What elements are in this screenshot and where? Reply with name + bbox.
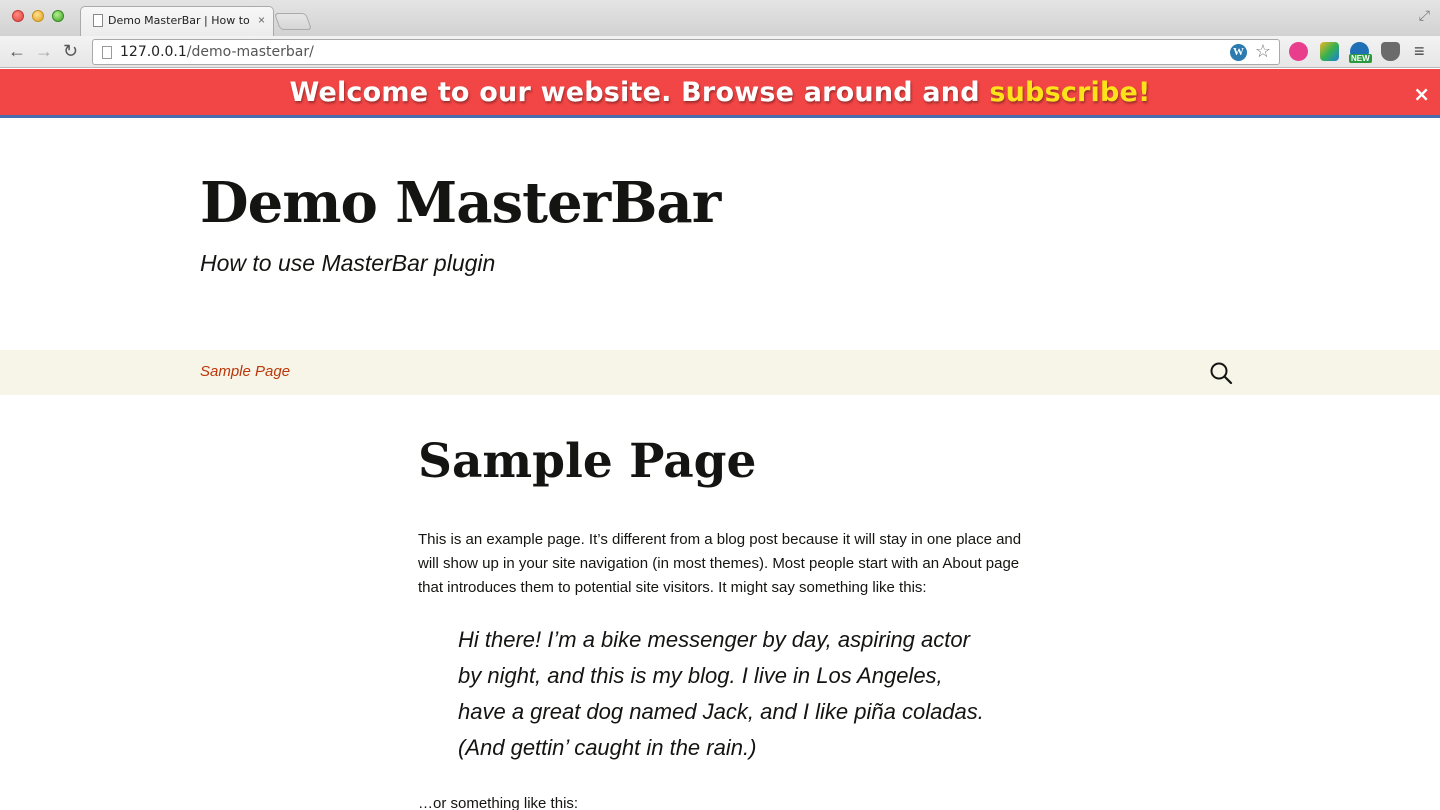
browser-toolbar: ← → ↻ 127.0.0.1/demo-masterbar/ W ☆ ≡ — [0, 36, 1440, 68]
new-tab-button[interactable] — [273, 13, 313, 30]
url-path: /demo-masterbar/ — [186, 44, 314, 60]
browser-menu-icon[interactable]: ≡ — [1414, 41, 1425, 62]
address-bar[interactable]: 127.0.0.1/demo-masterbar/ W ☆ — [92, 39, 1280, 65]
masterbar-notification: Welcome to our website. Browse around an… — [0, 69, 1440, 118]
page-blockquote: Hi there! I’m a bike messenger by day, a… — [458, 627, 984, 760]
browser-tab-active[interactable]: Demo MasterBar | How to use MasterBar pl… — [80, 6, 274, 36]
window-minimize-button[interactable] — [32, 10, 44, 22]
extension-stack-icon[interactable] — [1320, 42, 1339, 61]
subscribe-link[interactable]: subscribe! — [989, 77, 1150, 108]
masterbar-close-icon[interactable]: × — [1413, 82, 1430, 106]
masterbar-text: Welcome to our website. Browse around an… — [289, 77, 990, 108]
window-close-button[interactable] — [12, 10, 24, 22]
page-icon — [102, 46, 112, 59]
extension-pink-icon[interactable] — [1289, 42, 1308, 61]
search-icon[interactable] — [1208, 360, 1234, 386]
wordpress-icon[interactable]: W — [1230, 44, 1247, 61]
forward-icon[interactable]: → — [35, 41, 53, 61]
page-title: Sample Page — [418, 434, 757, 489]
window-zoom-button[interactable] — [52, 10, 64, 22]
extension-new-badge: NEW — [1349, 54, 1372, 63]
reload-icon[interactable]: ↻ — [63, 41, 78, 61]
back-icon[interactable]: ← — [8, 41, 26, 61]
pocket-icon[interactable] — [1381, 42, 1400, 61]
page-after-quote: …or something like this: — [418, 795, 579, 810]
bookmark-star-icon[interactable]: ☆ — [1255, 41, 1271, 62]
tab-title: Demo MasterBar | How to use MasterBar pl… — [108, 14, 253, 27]
site-navbar: Sample Page — [0, 350, 1440, 395]
address-url[interactable]: 127.0.0.1/demo-masterbar/ — [120, 44, 314, 60]
url-host: 127.0.0.1 — [120, 44, 187, 60]
site-tagline: How to use MasterBar plugin — [200, 250, 496, 276]
site-title[interactable]: Demo MasterBar — [200, 170, 721, 236]
fullscreen-icon[interactable]: ⤢ — [1419, 7, 1430, 24]
browser-tabstrip: Demo MasterBar | How to use MasterBar pl… — [0, 0, 1440, 36]
nav-item-sample-page[interactable]: Sample Page — [200, 363, 290, 380]
masterbar-message: Welcome to our website. Browse around an… — [289, 77, 1150, 108]
tab-close-icon[interactable]: × — [258, 13, 265, 27]
page-intro-paragraph: This is an example page. It’s different … — [418, 531, 1022, 596]
page-icon — [93, 14, 103, 27]
